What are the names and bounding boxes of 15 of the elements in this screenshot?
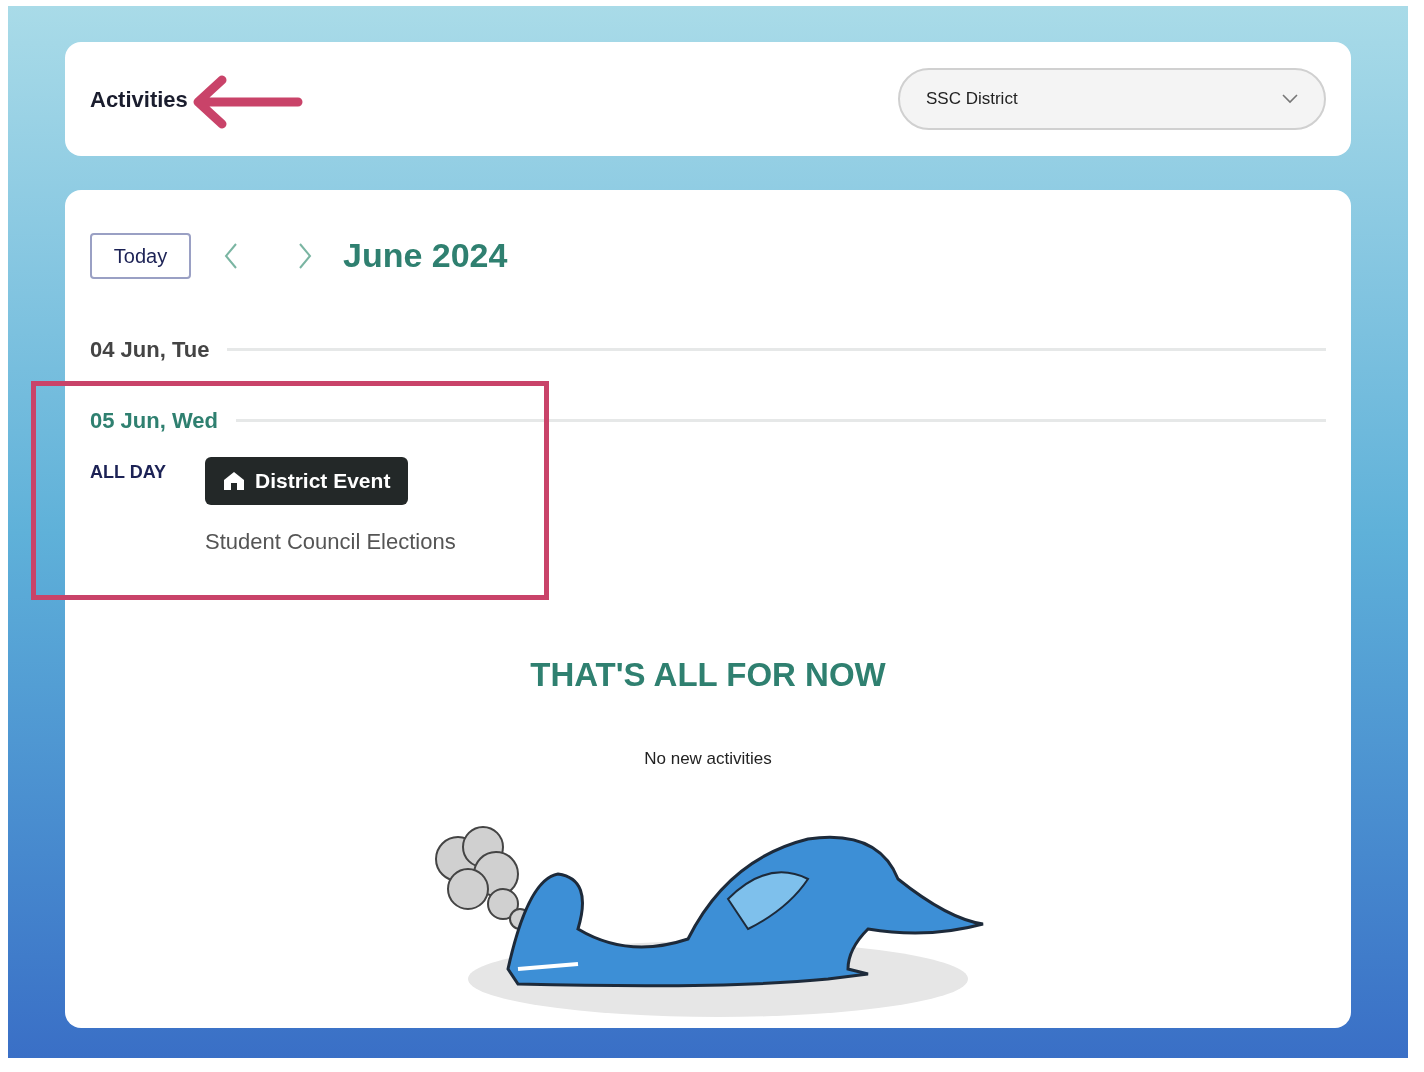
event-type-tag: District Event <box>205 457 409 505</box>
event-title: Student Council Elections <box>205 528 456 556</box>
day-heading: 04 Jun, Tue <box>90 336 210 364</box>
page-title: Activities <box>90 85 188 114</box>
chevron-left-icon <box>224 242 238 269</box>
day-heading: 05 Jun, Wed <box>90 407 218 435</box>
empty-state-heading: THAT'S ALL FOR NOW <box>530 655 886 695</box>
home-icon <box>223 471 245 491</box>
chevron-right-icon <box>298 242 312 269</box>
month-title: June 2024 <box>343 235 508 276</box>
chevron-down-icon <box>1282 94 1298 104</box>
today-button[interactable]: Today <box>90 232 191 279</box>
empty-state-message: No new activities <box>644 747 772 770</box>
district-select[interactable]: SSC District <box>898 68 1326 130</box>
event-time: ALL DAY <box>90 461 168 484</box>
